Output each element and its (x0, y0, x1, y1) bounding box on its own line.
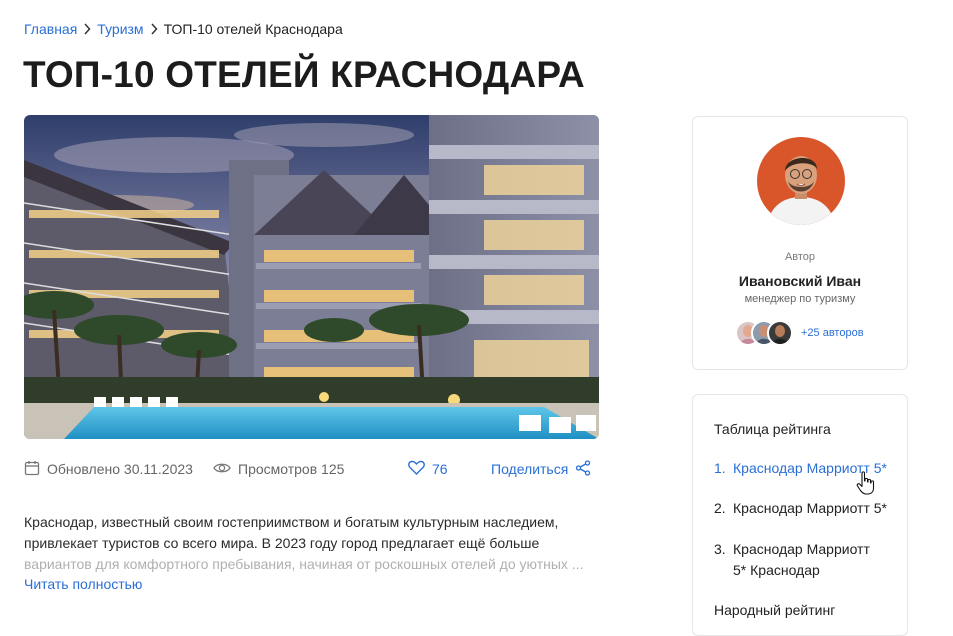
avatar[interactable] (757, 137, 845, 225)
breadcrumb: Главная Туризм ТОП-10 отелей Краснодара (24, 21, 343, 37)
eye-icon (213, 461, 231, 478)
rating-item-label: Краснодар Марриотт 5* (733, 500, 887, 516)
article-excerpt: Краснодар, известный своим гостеприимств… (24, 512, 584, 575)
article-text-faded: вариантов для комфортного пребывания, на… (24, 556, 584, 572)
co-authors: +25 авторов (735, 320, 864, 346)
breadcrumb-current: ТОП-10 отелей Краснодара (163, 21, 343, 37)
chevron-right-icon (150, 23, 158, 35)
rating-item-number: 1. (714, 460, 726, 476)
updated-text: Обновлено 30.11.2023 (47, 461, 193, 477)
chevron-right-icon (83, 23, 91, 35)
article-text: Краснодар, известный своим гостеприимств… (24, 514, 559, 551)
author-name: Ивановский Иван (738, 273, 862, 289)
page-title: ТОП-10 ОТЕЛЕЙ КРАСНОДАРА (23, 54, 585, 95)
read-more-link[interactable]: Читать полностью (24, 576, 142, 592)
hand-pointer-icon (856, 471, 876, 500)
like-button[interactable]: 76 (408, 459, 448, 479)
hero-hotel-image (24, 115, 599, 439)
rating-table-card: Таблица рейтинга 1. Краснодар Марриотт 5… (692, 394, 908, 636)
views-count: Просмотров 125 (213, 459, 344, 479)
rating-item-2[interactable]: 2. Краснодар Марриотт 5* (714, 498, 887, 519)
calendar-icon (24, 460, 40, 479)
popular-rating-heading: Народный рейтинг (714, 602, 836, 618)
rating-table-title: Таблица рейтинга (714, 421, 831, 437)
share-icon (575, 459, 591, 479)
author-caption: Автор (784, 251, 816, 263)
avatar[interactable] (767, 320, 793, 346)
more-authors-link[interactable]: +25 авторов (801, 327, 864, 339)
share-button[interactable]: Поделиться (491, 459, 591, 479)
author-role: менеджер по туризму (744, 293, 856, 305)
share-label: Поделиться (491, 461, 569, 477)
breadcrumb-section-link[interactable]: Туризм (97, 21, 143, 37)
views-text: Просмотров 125 (238, 461, 345, 477)
author-card: Автор Ивановский Иван менеджер по туризм… (692, 116, 908, 370)
rating-item-label: Краснодар Марриотт 5* Краснодар (733, 541, 870, 578)
rating-item-number: 2. (714, 500, 726, 516)
updated-date: Обновлено 30.11.2023 (24, 459, 193, 479)
heart-icon (408, 460, 425, 478)
breadcrumb-home-link[interactable]: Главная (24, 21, 77, 37)
likes-count: 76 (432, 461, 448, 477)
rating-item-3[interactable]: 3. Краснодар Марриотт 5* Краснодар (714, 539, 884, 581)
rating-item-number: 3. (714, 541, 726, 557)
